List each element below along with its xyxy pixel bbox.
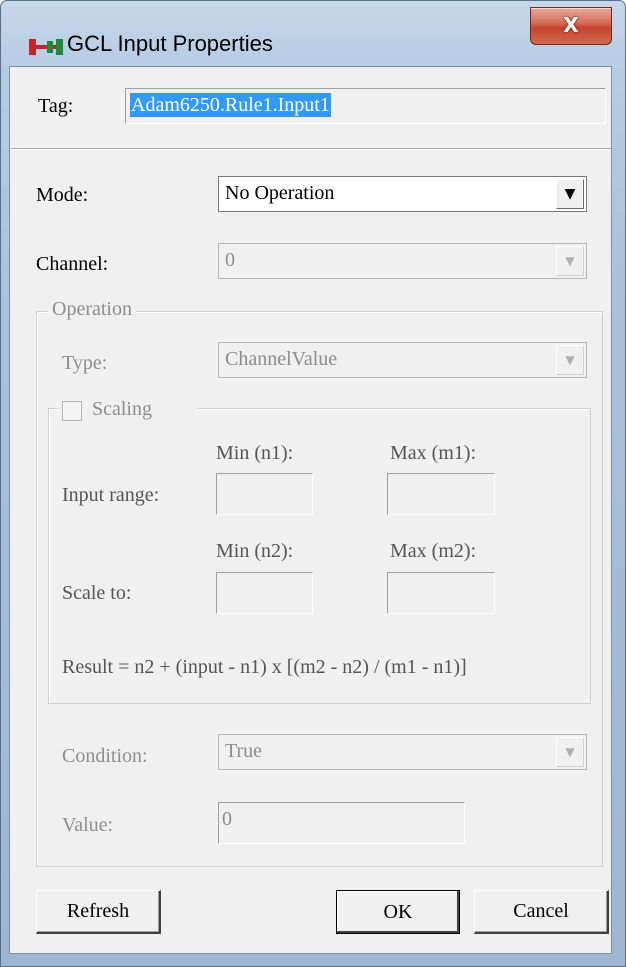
tag-panel-divider: [11, 149, 611, 150]
condition-select-value: True: [225, 740, 263, 762]
value-field: 0: [218, 802, 465, 844]
value-field-value: 0: [222, 808, 232, 830]
tag-field[interactable]: Adam6250.Rule1.Input1: [125, 88, 606, 124]
value-label: Value:: [62, 814, 114, 836]
chevron-down-icon: ▼: [556, 246, 584, 276]
close-button[interactable]: X: [530, 7, 612, 45]
scale-min-n2-field: [216, 572, 313, 614]
max-m1-label: Max (m1):: [390, 442, 477, 464]
tag-label: Tag:: [38, 95, 74, 117]
gcl-app-icon: [29, 39, 63, 55]
scale-max-m2-field: [387, 572, 495, 614]
mode-label: Mode:: [36, 184, 89, 206]
chevron-down-icon: ▼: [556, 345, 584, 375]
condition-label: Condition:: [62, 745, 148, 767]
input-range-label: Input range:: [62, 484, 160, 506]
ok-button[interactable]: OK: [336, 890, 460, 934]
tag-value: Adam6250.Rule1.Input1: [130, 93, 331, 117]
operation-caption: Operation: [48, 298, 136, 321]
mode-select-value: No Operation: [225, 182, 335, 204]
condition-select: True ▼: [218, 734, 587, 770]
close-icon: X: [563, 13, 579, 37]
min-n2-label: Min (n2):: [216, 540, 294, 562]
min-n1-label: Min (n1):: [216, 442, 294, 464]
scaling-formula: Result = n2 + (input - n1) x [(m2 - n2) …: [62, 656, 467, 678]
channel-label: Channel:: [36, 253, 109, 275]
refresh-button[interactable]: Refresh: [36, 890, 161, 934]
chevron-down-icon[interactable]: ▼: [556, 179, 584, 209]
cancel-button[interactable]: Cancel: [474, 890, 609, 934]
mode-select[interactable]: No Operation ▼: [218, 176, 587, 212]
type-label: Type:: [62, 352, 108, 374]
input-min-n1-field: [216, 473, 313, 515]
chevron-down-icon: ▼: [556, 737, 584, 767]
max-m2-label: Max (m2):: [390, 540, 477, 562]
scaling-checkbox: [62, 401, 82, 421]
window-title: GCL Input Properties: [67, 31, 273, 56]
input-max-m1-field: [387, 473, 495, 515]
channel-select: 0 ▼: [218, 243, 587, 279]
type-select-value: ChannelValue: [225, 348, 338, 370]
type-select: ChannelValue ▼: [218, 342, 587, 378]
scaling-label: Scaling: [92, 398, 152, 420]
channel-select-value: 0: [225, 249, 235, 271]
scale-to-label: Scale to:: [62, 582, 132, 604]
